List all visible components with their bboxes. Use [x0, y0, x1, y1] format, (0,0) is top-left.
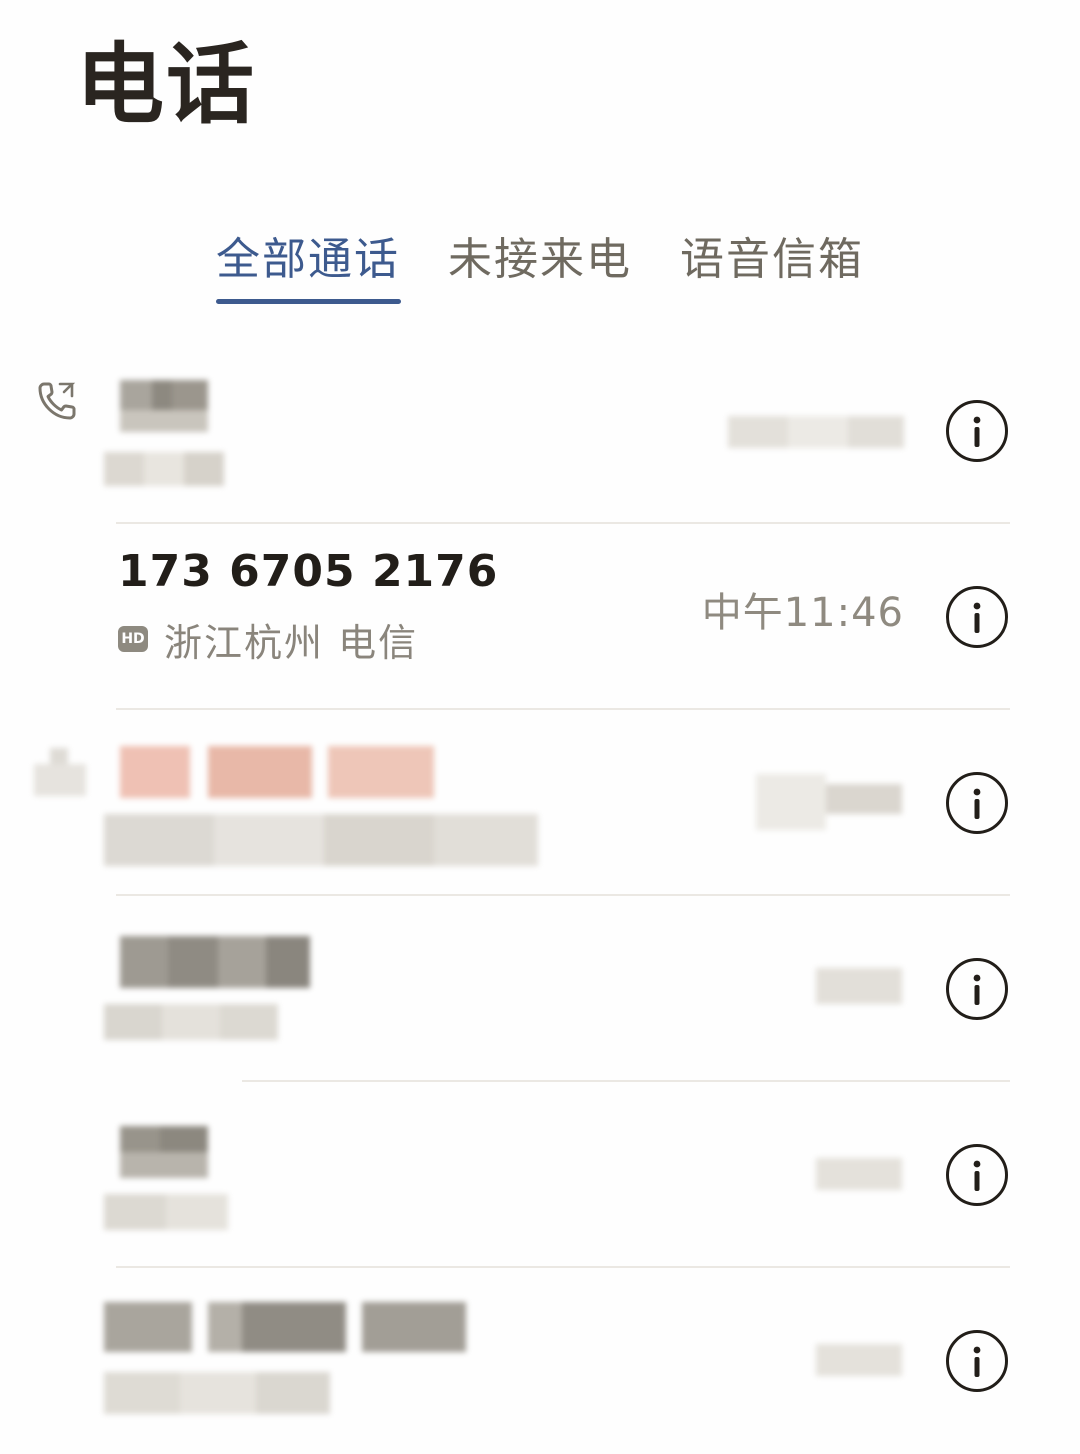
hd-call-badge: HD — [118, 626, 148, 652]
call-details-button[interactable] — [946, 586, 1008, 648]
info-icon — [973, 974, 981, 1005]
call-details-button[interactable] — [946, 1330, 1008, 1392]
call-time-obscured — [816, 1158, 902, 1190]
contact-name-obscured — [120, 380, 210, 432]
call-log-list: 173 6705 2176 HD 浙江杭州 电信 中午11:46 — [0, 338, 1080, 1454]
caller-number: 173 6705 2176 — [118, 546, 499, 597]
active-tab-indicator — [216, 299, 401, 304]
call-details-button[interactable] — [946, 400, 1008, 462]
call-details-button[interactable] — [946, 1144, 1008, 1206]
call-time-obscured — [728, 416, 904, 448]
call-type-icon-obscured — [34, 748, 86, 796]
call-time-obscured — [746, 774, 902, 830]
contact-name-obscured — [120, 1126, 210, 1178]
call-log-row[interactable] — [0, 710, 1080, 896]
call-log-row[interactable] — [0, 896, 1080, 1082]
contact-detail-obscured — [104, 1004, 278, 1040]
info-icon — [973, 416, 981, 447]
outgoing-call-icon — [38, 382, 76, 420]
call-log-row[interactable] — [0, 338, 1080, 524]
tab-missed-calls[interactable]: 未接来电 — [448, 228, 632, 292]
call-log-row[interactable] — [0, 1268, 1080, 1454]
page-title: 电话 — [76, 33, 257, 136]
call-log-row[interactable]: 173 6705 2176 HD 浙江杭州 电信 中午11:46 — [0, 524, 1080, 710]
contact-detail-obscured — [104, 814, 538, 866]
contact-name-obscured — [120, 936, 312, 988]
call-log-row[interactable] — [0, 1082, 1080, 1268]
contact-detail-obscured — [104, 1194, 228, 1230]
tab-voicemail[interactable]: 语音信箱 — [680, 228, 864, 292]
tab-all-calls[interactable]: 全部通话 — [216, 228, 400, 292]
contact-name-obscured — [120, 746, 436, 798]
info-icon — [973, 1160, 981, 1191]
info-icon — [973, 602, 981, 633]
call-details-button[interactable] — [946, 772, 1008, 834]
call-filter-tabs: 全部通话 未接来电 语音信箱 — [0, 228, 1080, 308]
contact-name-obscured — [104, 1302, 468, 1352]
caller-location: 浙江杭州 电信 — [164, 620, 419, 665]
contact-detail-obscured — [104, 452, 226, 486]
call-time-obscured — [816, 968, 902, 1004]
call-time-obscured — [816, 1344, 902, 1376]
caller-info-line: HD 浙江杭州 电信 — [118, 614, 419, 665]
call-time: 中午11:46 — [701, 590, 904, 636]
info-icon — [973, 788, 981, 819]
info-icon — [973, 1346, 981, 1377]
call-details-button[interactable] — [946, 958, 1008, 1020]
